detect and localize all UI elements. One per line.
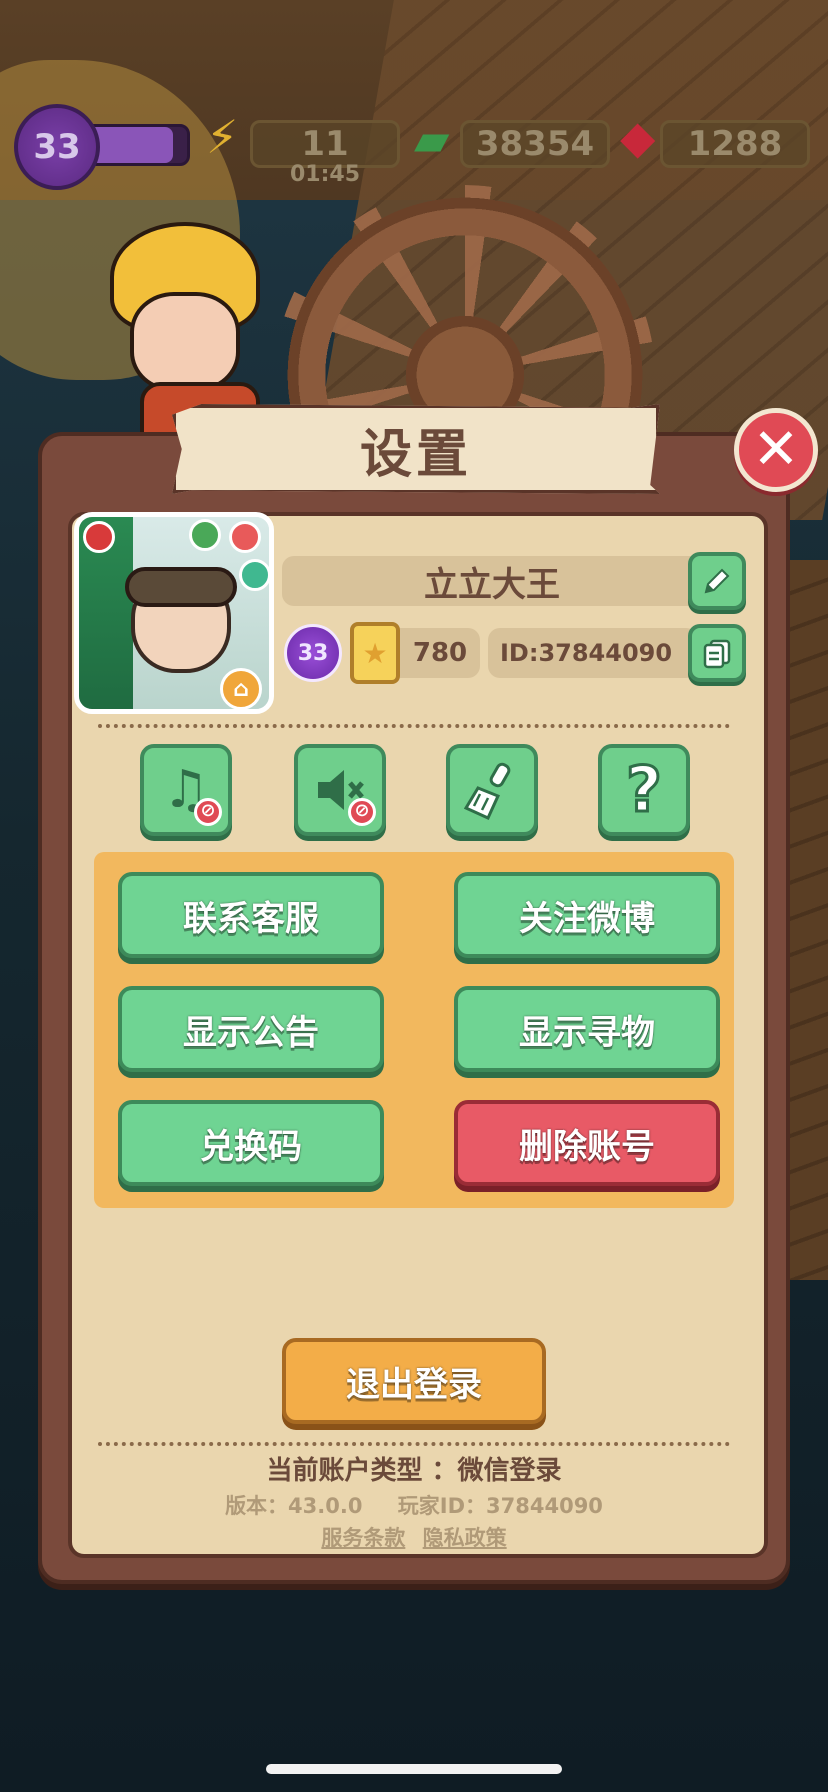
muted-badge-icon: ⊘ bbox=[194, 798, 222, 826]
ornament-decoration bbox=[229, 521, 261, 553]
music-toggle-button[interactable]: ♫ ⊘ bbox=[140, 744, 232, 836]
close-button[interactable]: ✕ bbox=[734, 408, 818, 492]
mechanic-face bbox=[130, 292, 240, 392]
logout-button[interactable]: 退出登录 bbox=[282, 1338, 546, 1424]
scene-right-deck bbox=[788, 560, 828, 1280]
terms-link[interactable]: 服务条款 bbox=[321, 1526, 405, 1550]
ornament-decoration bbox=[83, 521, 115, 553]
player-id-field: ID:37844090 bbox=[488, 628, 698, 678]
version-number: 版本：43.0.0 bbox=[225, 1494, 363, 1518]
cash-icon: ▰ bbox=[414, 112, 450, 166]
top-hud: 33 11 ⚡ 01:45 38354 ▰ 1288 ◆ bbox=[0, 100, 828, 190]
version-info: 版本：43.0.0 玩家ID：37844090 bbox=[90, 1490, 738, 1520]
delete-account-button[interactable]: 删除账号 bbox=[454, 1100, 720, 1186]
star-clipboard-icon: ★ bbox=[350, 622, 400, 684]
ornament-decoration bbox=[189, 519, 221, 551]
player-name: 立立大王 bbox=[282, 556, 702, 606]
question-icon: ? bbox=[625, 753, 664, 826]
copy-id-button[interactable] bbox=[688, 624, 746, 682]
legal-links: 服务条款 隐私政策 bbox=[90, 1522, 738, 1552]
footer-player-id: 玩家ID：37844090 bbox=[397, 1494, 603, 1518]
ornament-decoration bbox=[239, 559, 269, 591]
goggles-icon bbox=[125, 567, 237, 607]
energy-counter[interactable]: 11 bbox=[250, 120, 400, 168]
show-search-button[interactable]: 显示寻物 bbox=[454, 986, 720, 1072]
player-level-badge: 33 bbox=[284, 624, 342, 682]
avatar-change-icon[interactable]: ⌂ bbox=[220, 668, 262, 710]
divider bbox=[98, 724, 730, 728]
gem-counter[interactable]: 1288 bbox=[660, 120, 810, 168]
divider bbox=[98, 1442, 730, 1446]
account-type: 当前账户类型 ：微信登录 bbox=[266, 1456, 562, 1486]
redeem-code-button[interactable]: 兑换码 bbox=[118, 1100, 384, 1186]
show-announcement-button[interactable]: 显示公告 bbox=[118, 986, 384, 1072]
star-count: 780 bbox=[400, 628, 480, 678]
home-indicator[interactable] bbox=[266, 1764, 562, 1774]
close-icon: ✕ bbox=[752, 417, 800, 482]
brush-icon bbox=[464, 762, 511, 820]
privacy-link[interactable]: 隐私政策 bbox=[423, 1526, 507, 1550]
clear-cache-button[interactable] bbox=[446, 744, 538, 836]
level-badge[interactable]: 33 bbox=[14, 104, 100, 190]
ruby-icon: ◆ bbox=[620, 110, 656, 164]
cash-counter[interactable]: 38354 bbox=[460, 120, 610, 168]
edit-name-button[interactable] bbox=[688, 552, 746, 610]
muted-badge-icon: ⊘ bbox=[348, 798, 376, 826]
level-progress-bar bbox=[90, 124, 190, 166]
help-button[interactable]: ? bbox=[598, 744, 690, 836]
copy-icon bbox=[703, 639, 731, 669]
lightning-icon: ⚡ bbox=[206, 110, 239, 164]
pencil-icon bbox=[704, 568, 730, 594]
dialog-title: 设置 bbox=[172, 404, 660, 494]
follow-weibo-button[interactable]: 关注微博 bbox=[454, 872, 720, 958]
contact-support-button[interactable]: 联系客服 bbox=[118, 872, 384, 958]
level-progress-fill bbox=[93, 127, 173, 163]
energy-timer: 01:45 bbox=[290, 162, 361, 187]
sound-toggle-button[interactable]: ⊘ bbox=[294, 744, 386, 836]
